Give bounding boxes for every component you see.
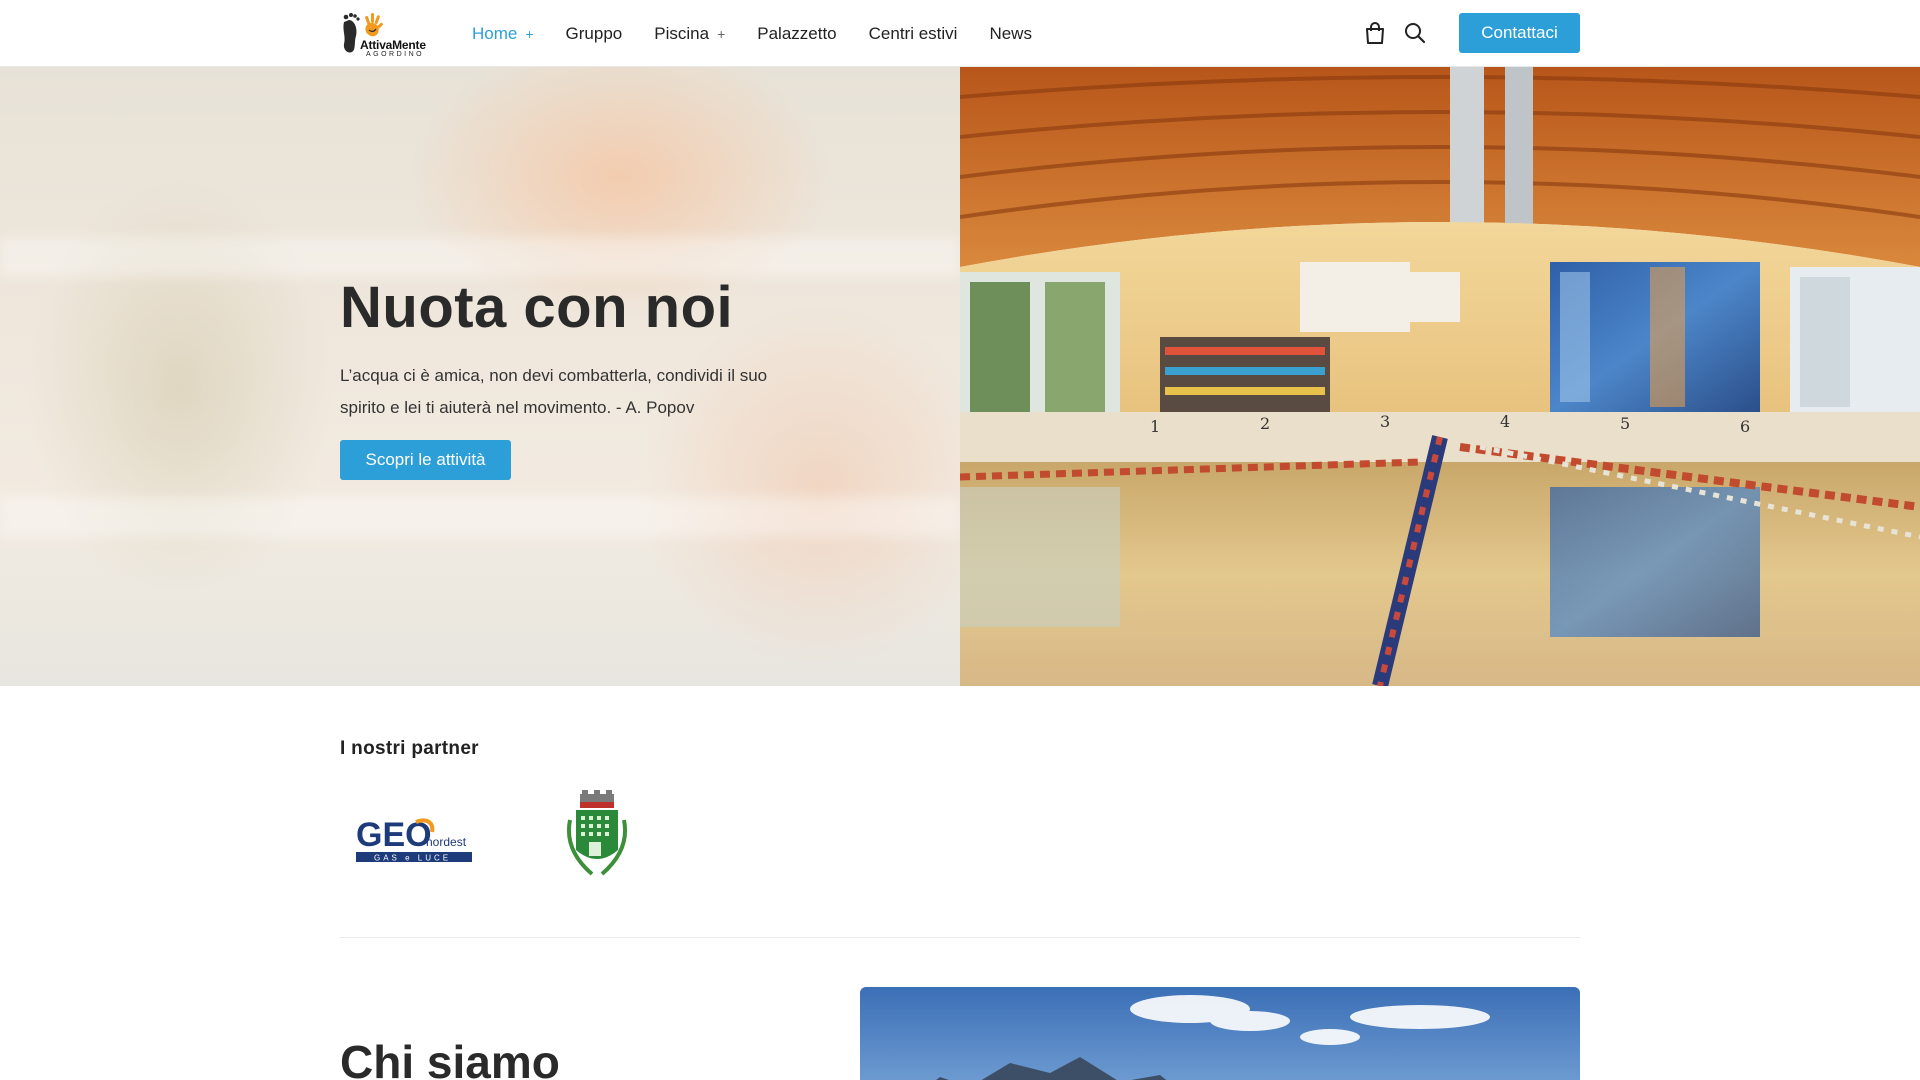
svg-text:1: 1 xyxy=(1150,417,1160,436)
search-icon[interactable] xyxy=(1402,20,1428,46)
hero-title: Nuota con noi xyxy=(340,275,734,340)
partner-logo-geo-nordest[interactable]: GEO nordest GAS e LUCE xyxy=(356,812,476,873)
hero-blurred-background: Nuota con noi L’acqua ci è amica, non de… xyxy=(0,67,960,686)
about-title: Chi siamo xyxy=(340,1036,560,1080)
nav-item-label: Home xyxy=(472,23,518,43)
nav-item-gruppo[interactable]: Gruppo xyxy=(566,24,623,44)
nav-item-label: Centri estivi xyxy=(868,23,958,43)
hero-quote: L’acqua ci è amica, non devi combatterla… xyxy=(340,366,768,417)
discover-activities-button[interactable]: Scopri le attività xyxy=(340,440,511,480)
plus-icon: + xyxy=(525,25,534,42)
logo-text: AttivaMente xyxy=(360,38,426,52)
nav-item-palazzetto[interactable]: Palazzetto xyxy=(757,24,836,44)
nav-item-label: Piscina xyxy=(654,23,710,43)
section-divider xyxy=(340,937,1580,938)
svg-text:4: 4 xyxy=(1500,412,1510,431)
nav-item-news[interactable]: News xyxy=(989,24,1032,44)
svg-text:5: 5 xyxy=(1620,414,1630,433)
nav-item-label: News xyxy=(989,23,1032,43)
svg-text:6: 6 xyxy=(1740,417,1750,436)
contact-button[interactable]: Contattaci xyxy=(1459,13,1580,53)
svg-text:3: 3 xyxy=(1380,412,1390,431)
coat-of-arms-icon xyxy=(567,790,627,876)
geo-logo-sub: nordest xyxy=(426,835,467,849)
nav-item-home[interactable]: Home + xyxy=(472,24,534,44)
hero-section: Nuota con noi L’acqua ci è amica, non de… xyxy=(0,67,1920,686)
geo-logo-tagline: GAS e LUCE xyxy=(374,854,451,863)
partner-logo-coat-of-arms[interactable] xyxy=(562,790,632,891)
plus-icon: + xyxy=(717,25,726,42)
main-nav: Home + Gruppo Piscina + Palazzetto Centr… xyxy=(472,0,1064,67)
geo-nordest-logo: GEO nordest GAS e LUCE xyxy=(356,816,472,863)
nav-item-label: Gruppo xyxy=(565,23,623,43)
nav-item-label: Palazzetto xyxy=(757,23,837,43)
nav-item-centri-estivi[interactable]: Centri estivi xyxy=(869,24,958,44)
nav-item-piscina[interactable]: Piscina + xyxy=(654,24,725,44)
site-header: AttivaMente AGORDINO Home + Gruppo Pisci… xyxy=(0,0,1920,67)
svg-text:2: 2 xyxy=(1260,414,1270,433)
partners-title: I nostri partner xyxy=(340,738,479,759)
site-logo[interactable]: AttivaMente AGORDINO xyxy=(340,8,442,58)
shopping-bag-icon[interactable] xyxy=(1362,20,1388,46)
hero-pool-image: 1 2 3 4 5 6 xyxy=(960,67,1920,686)
logo-subtext: AGORDINO xyxy=(366,51,425,58)
about-mountain-image xyxy=(860,987,1580,1080)
